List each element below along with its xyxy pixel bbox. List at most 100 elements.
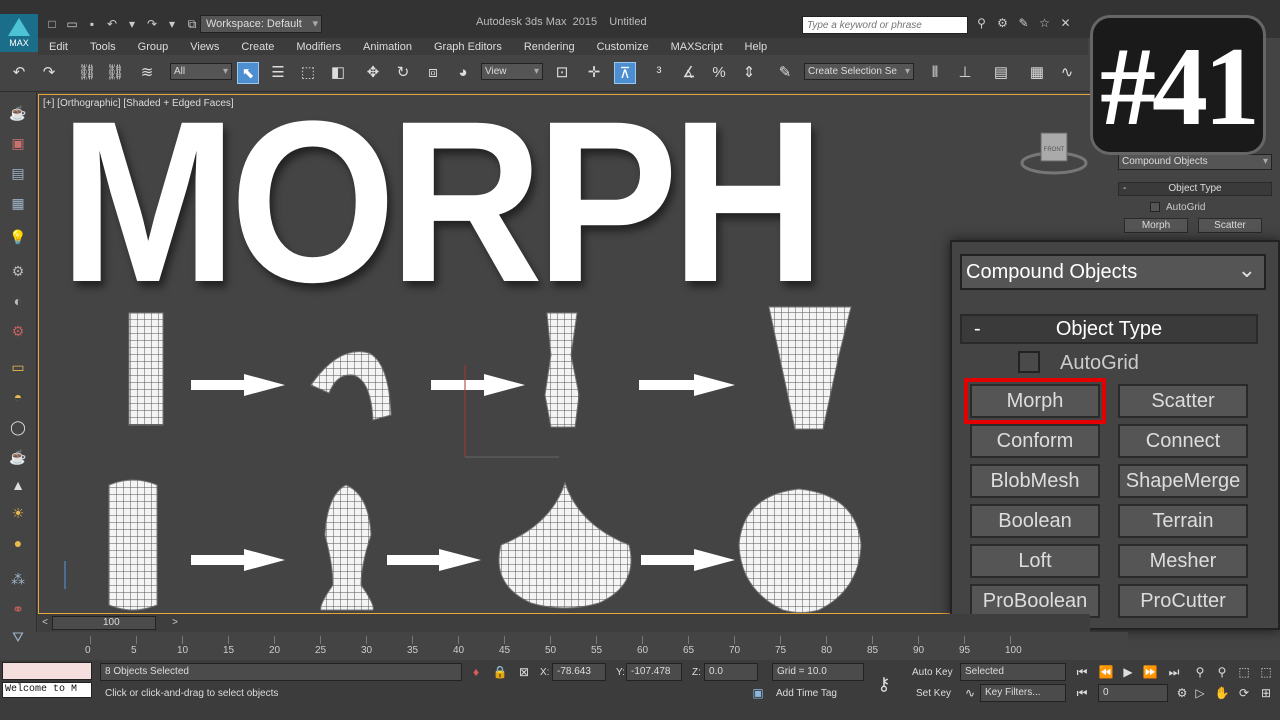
curve-editor-icon[interactable]: ∿ (1056, 62, 1078, 84)
align-icon[interactable]: ⊥ (954, 62, 976, 84)
terrain-button[interactable]: Terrain (1118, 504, 1248, 538)
next-frame-icon[interactable]: > (168, 616, 182, 630)
bulb-object[interactable] (738, 488, 862, 613)
unlink-icon[interactable]: ⛓ (104, 62, 126, 84)
search-input[interactable] (802, 16, 968, 34)
add-time-tag[interactable]: Add Time Tag (776, 688, 837, 699)
select-and-rotate-icon[interactable]: ↻ (392, 62, 414, 84)
twisted-box-object[interactable] (544, 312, 580, 428)
menu-views[interactable]: Views (179, 41, 230, 53)
hemisphere-icon[interactable]: ◓ (8, 388, 28, 406)
absolute-mode-icon[interactable]: ⊠ (516, 665, 532, 679)
object-type-rollout-zoom[interactable]: - Object Type (960, 314, 1258, 344)
path-icon[interactable]: ⛛ (8, 628, 28, 646)
maximize-viewport-icon[interactable]: ⊞ (1258, 686, 1274, 700)
layer-manager-icon[interactable]: ▤ (990, 62, 1012, 84)
undo-icon[interactable]: ↶ (8, 62, 30, 84)
maxscript-welcome[interactable]: Welcome to M (2, 682, 92, 698)
pan-icon[interactable]: ✋ (1214, 686, 1230, 700)
orbit-icon[interactable]: ⟳ (1236, 686, 1252, 700)
angle-snap-icon[interactable]: ∡ (678, 62, 700, 84)
category-dropdown-zoom[interactable]: Compound Objects ⌄ (960, 254, 1266, 290)
time-tag-icon[interactable]: ▣ (750, 686, 766, 700)
bind-space-warp-icon[interactable]: ≋ (136, 62, 158, 84)
project-folder-icon[interactable]: ⧉ (184, 17, 200, 31)
selection-filter-dropdown[interactable]: All ▾ (170, 63, 232, 80)
scene-explorer-icon[interactable]: ▦ (1026, 62, 1048, 84)
isolate-icon[interactable]: ♦ (468, 665, 484, 679)
account-icon[interactable]: ⚙ (995, 16, 1010, 32)
autogrid-checkbox[interactable]: AutoGrid (1150, 202, 1205, 213)
z-coordinate[interactable]: 0.0 (704, 663, 758, 681)
previous-frame-icon[interactable]: < (38, 616, 52, 630)
star-icon[interactable]: ☆ (1037, 16, 1052, 32)
app-logo[interactable]: MAX (0, 14, 38, 52)
select-and-link-icon[interactable]: ⛓ (76, 62, 98, 84)
menu-customize[interactable]: Customize (586, 41, 660, 53)
field-of-view-icon[interactable]: ▷ (1192, 686, 1208, 700)
teapot-icon[interactable]: ☕ (8, 104, 28, 122)
menu-animation[interactable]: Animation (352, 41, 423, 53)
select-and-move-icon[interactable]: ✥ (362, 62, 384, 84)
pivot-center-icon[interactable]: ⊡ (551, 62, 573, 84)
redo-dropdown-icon[interactable]: ▾ (164, 17, 180, 31)
close-icon[interactable]: ✕ (1058, 16, 1073, 32)
reference-coordinate-dropdown[interactable]: View ▾ (481, 63, 543, 80)
autogrid-checkbox-zoom[interactable]: AutoGrid (1018, 350, 1139, 375)
mirror-icon[interactable]: ⫴ (924, 62, 946, 84)
procutter-button[interactable]: ProCutter (1118, 584, 1248, 618)
trackbar[interactable]: 0 5 10 15 20 25 30 35 40 45 50 55 60 65 70 75 80 85 90 95 10… (38, 632, 1128, 660)
edit-named-selections-icon[interactable]: ✎ (774, 62, 796, 84)
tapered-box-object[interactable] (768, 306, 852, 430)
lock-icon[interactable]: 🔒 (492, 665, 508, 679)
time-slider-thumb[interactable]: 100 (52, 616, 156, 630)
go-to-end-icon[interactable]: ⏭ (1166, 665, 1182, 680)
window-crossing-icon[interactable]: ◧ (327, 62, 349, 84)
curve-icon[interactable]: ∿ (962, 686, 978, 700)
undo-dropdown-icon[interactable]: ▾ (124, 17, 140, 31)
menu-help[interactable]: Help (734, 41, 779, 53)
redo-icon[interactable]: ↷ (38, 62, 60, 84)
link-icon[interactable]: ✎ (1016, 16, 1031, 32)
camera-icon[interactable]: ⚙ (8, 262, 28, 280)
menu-create[interactable]: Create (230, 41, 285, 53)
video-icon[interactable]: ⚙ (8, 322, 28, 340)
menu-group[interactable]: Group (127, 41, 180, 53)
open-file-icon[interactable]: ▭ (64, 17, 80, 31)
category-dropdown[interactable]: Compound Objects ▾ (1118, 154, 1272, 170)
rectangular-selection-icon[interactable]: ⬚ (297, 62, 319, 84)
select-by-name-icon[interactable]: ☰ (267, 62, 289, 84)
percent-snap-icon[interactable]: % (708, 62, 730, 84)
render-setup-icon[interactable]: ▤ (8, 164, 28, 182)
loft-button[interactable]: Loft (970, 544, 1100, 578)
cone-icon[interactable]: ▲ (8, 476, 28, 494)
key-mode-toggle-icon[interactable]: ⏮ (1074, 686, 1090, 701)
select-and-scale-icon[interactable]: ⧈ (422, 62, 444, 84)
render-frame-icon[interactable]: ▦ (8, 194, 28, 212)
conform-button[interactable]: Conform (970, 424, 1100, 458)
spinner-snap-icon[interactable]: ⇕ (738, 62, 760, 84)
zoom-all-icon[interactable]: ⚲ (1214, 665, 1230, 679)
previous-key-icon[interactable]: ⏪ (1098, 665, 1114, 679)
geosphere-icon[interactable]: ◯ (8, 418, 28, 436)
sphere-icon[interactable]: ◐ (8, 292, 28, 310)
cylinder-object[interactable] (108, 479, 158, 611)
blobmesh-button[interactable]: BlobMesh (970, 464, 1100, 498)
connect-button[interactable]: Connect (1118, 424, 1248, 458)
key-icon[interactable]: ⚷ (876, 674, 892, 695)
go-to-start-icon[interactable]: ⏮ (1074, 665, 1090, 680)
manipulate-icon[interactable]: ✛ (583, 62, 605, 84)
shapemerge-button[interactable]: ShapeMerge (1118, 464, 1248, 498)
menu-maxscript[interactable]: MAXScript (660, 41, 734, 53)
zoom-extents-all-icon[interactable]: ⬚ (1258, 665, 1274, 679)
viewcube[interactable]: FRONT (1019, 125, 1089, 180)
current-frame-field[interactable]: 0 (1098, 684, 1168, 702)
next-key-icon[interactable]: ⏩ (1142, 665, 1158, 679)
box-object[interactable] (128, 312, 164, 426)
save-icon[interactable]: ▪ (84, 17, 100, 31)
set-key-button[interactable]: Set Key (916, 688, 951, 699)
material-editor-icon[interactable]: ▣ (8, 134, 28, 152)
morph-button[interactable]: Morph (964, 378, 1106, 424)
viewport-orthographic[interactable]: [+] [Orthographic] [Shaded + Edged Faces… (38, 94, 1090, 614)
sphere-primitive-icon[interactable]: ● (8, 534, 28, 552)
